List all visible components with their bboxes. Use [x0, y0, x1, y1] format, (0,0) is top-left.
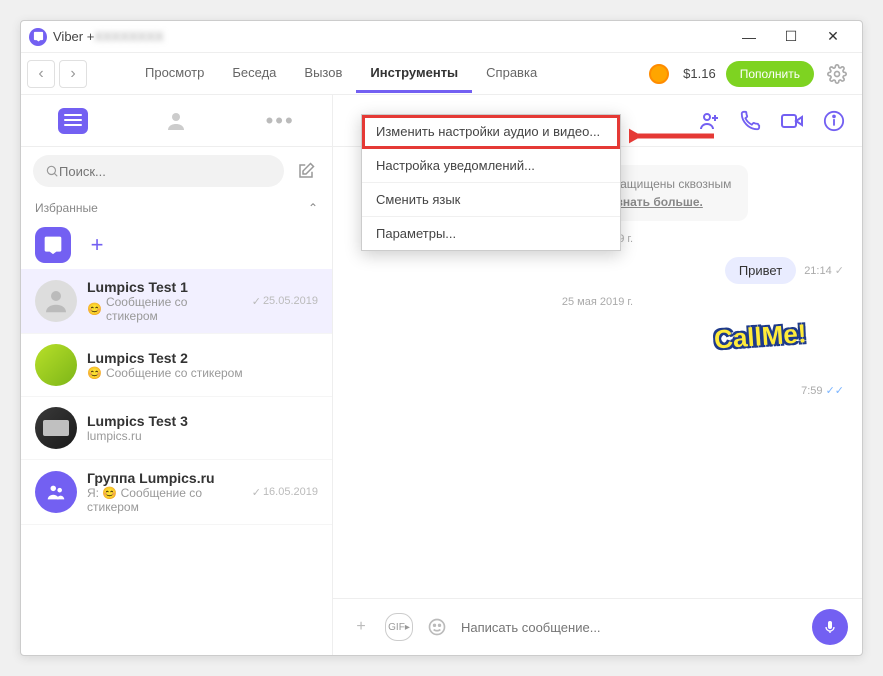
- viber-logo-icon: [29, 28, 47, 46]
- favorite-item[interactable]: [35, 227, 71, 263]
- check-icon: ✓: [835, 265, 844, 277]
- add-favorite-button[interactable]: +: [79, 227, 115, 263]
- minimize-button[interactable]: —: [728, 22, 770, 52]
- menu-conversation[interactable]: Беседа: [218, 55, 290, 93]
- chat-preview: lumpics.ru: [87, 429, 318, 443]
- window-title: Viber +: [53, 29, 94, 44]
- date-separator: 25 мая 2019 г.: [351, 296, 844, 308]
- message-time: 7:59 ✓✓: [351, 384, 844, 397]
- tab-chats[interactable]: [53, 101, 93, 141]
- menu-call[interactable]: Вызов: [290, 55, 356, 93]
- search-input-wrapper[interactable]: [33, 155, 284, 187]
- settings-gear-icon[interactable]: [824, 61, 850, 87]
- chat-date: ✓16.05.2019: [252, 486, 318, 499]
- window-title-blur: XXXXXXXX: [94, 29, 163, 44]
- compose-button[interactable]: [292, 157, 320, 185]
- search-input[interactable]: [59, 164, 272, 179]
- coin-icon: [649, 64, 669, 84]
- mic-button[interactable]: [812, 609, 848, 645]
- search-icon: [45, 164, 59, 178]
- chevron-up-icon: ⌃: [308, 201, 318, 215]
- avatar: [35, 344, 77, 386]
- annotation-arrow: [629, 121, 719, 151]
- chat-item[interactable]: Lumpics Test 2 😊 Сообщение со стикером: [21, 334, 332, 397]
- chat-name: Lumpics Test 1: [87, 279, 242, 295]
- dropdown-audio-video[interactable]: Изменить настройки аудио и видео...: [362, 115, 620, 149]
- chat-preview: 😊 Сообщение со стикером: [87, 295, 242, 323]
- chat-name: Lumpics Test 3: [87, 413, 318, 429]
- chat-date: ✓25.05.2019: [252, 295, 318, 308]
- tools-dropdown: Изменить настройки аудио и видео... Наст…: [361, 114, 621, 251]
- chat-item[interactable]: Группа Lumpics.ru Я: 😊 Сообщение со стик…: [21, 460, 332, 525]
- chat-preview: 😊 Сообщение со стикером: [87, 366, 318, 380]
- app-window: Viber + XXXXXXXX — ☐ ✕ ‹ › Просмотр Бесе…: [20, 20, 863, 656]
- message-input[interactable]: [461, 620, 802, 635]
- favorites-header[interactable]: Избранные ⌃: [21, 195, 332, 221]
- chat-name: Lumpics Test 2: [87, 350, 318, 366]
- avatar: [35, 280, 77, 322]
- dropdown-language[interactable]: Сменить язык: [362, 183, 620, 217]
- menubar: ‹ › Просмотр Беседа Вызов Инструменты Сп…: [21, 53, 862, 95]
- avatar: [35, 471, 77, 513]
- composer: + GIF▸: [333, 598, 862, 655]
- balance-label: $1.16: [683, 66, 716, 81]
- dropdown-options[interactable]: Параметры...: [362, 217, 620, 250]
- topup-button[interactable]: Пополнить: [726, 61, 814, 87]
- chat-name: Группа Lumpics.ru: [87, 470, 242, 486]
- close-button[interactable]: ✕: [812, 22, 854, 52]
- sidebar: ••• Избранные ⌃ +: [21, 95, 333, 655]
- attach-plus-icon[interactable]: +: [347, 613, 375, 641]
- nav-back-button[interactable]: ‹: [27, 60, 55, 88]
- call-icon[interactable]: [736, 107, 764, 135]
- menu-view[interactable]: Просмотр: [131, 55, 218, 93]
- chat-preview: Я: 😊 Сообщение со стикером: [87, 486, 242, 514]
- gif-button[interactable]: GIF▸: [385, 613, 413, 641]
- message-bubble: Привет: [725, 257, 796, 284]
- avatar: [35, 407, 77, 449]
- info-icon[interactable]: [820, 107, 848, 135]
- learn-more-link[interactable]: Узнать больше.: [610, 195, 703, 209]
- sticker-icon[interactable]: [423, 613, 451, 641]
- chat-list: Lumpics Test 1 😊 Сообщение со стикером ✓…: [21, 269, 332, 655]
- chat-item[interactable]: Lumpics Test 1 😊 Сообщение со стикером ✓…: [21, 269, 332, 334]
- menu-tools[interactable]: Инструменты: [356, 55, 472, 93]
- chat-item[interactable]: Lumpics Test 3 lumpics.ru: [21, 397, 332, 460]
- video-icon[interactable]: [778, 107, 806, 135]
- message-time: 21:14 ✓: [804, 264, 844, 277]
- maximize-button[interactable]: ☐: [770, 22, 812, 52]
- sticker: CallMe!: [714, 320, 844, 380]
- tab-contacts[interactable]: [156, 101, 196, 141]
- tab-more[interactable]: •••: [260, 101, 300, 141]
- dropdown-notifications[interactable]: Настройка уведомлений...: [362, 149, 620, 183]
- titlebar: Viber + XXXXXXXX — ☐ ✕: [21, 21, 862, 53]
- menu-help[interactable]: Справка: [472, 55, 551, 93]
- nav-forward-button[interactable]: ›: [59, 60, 87, 88]
